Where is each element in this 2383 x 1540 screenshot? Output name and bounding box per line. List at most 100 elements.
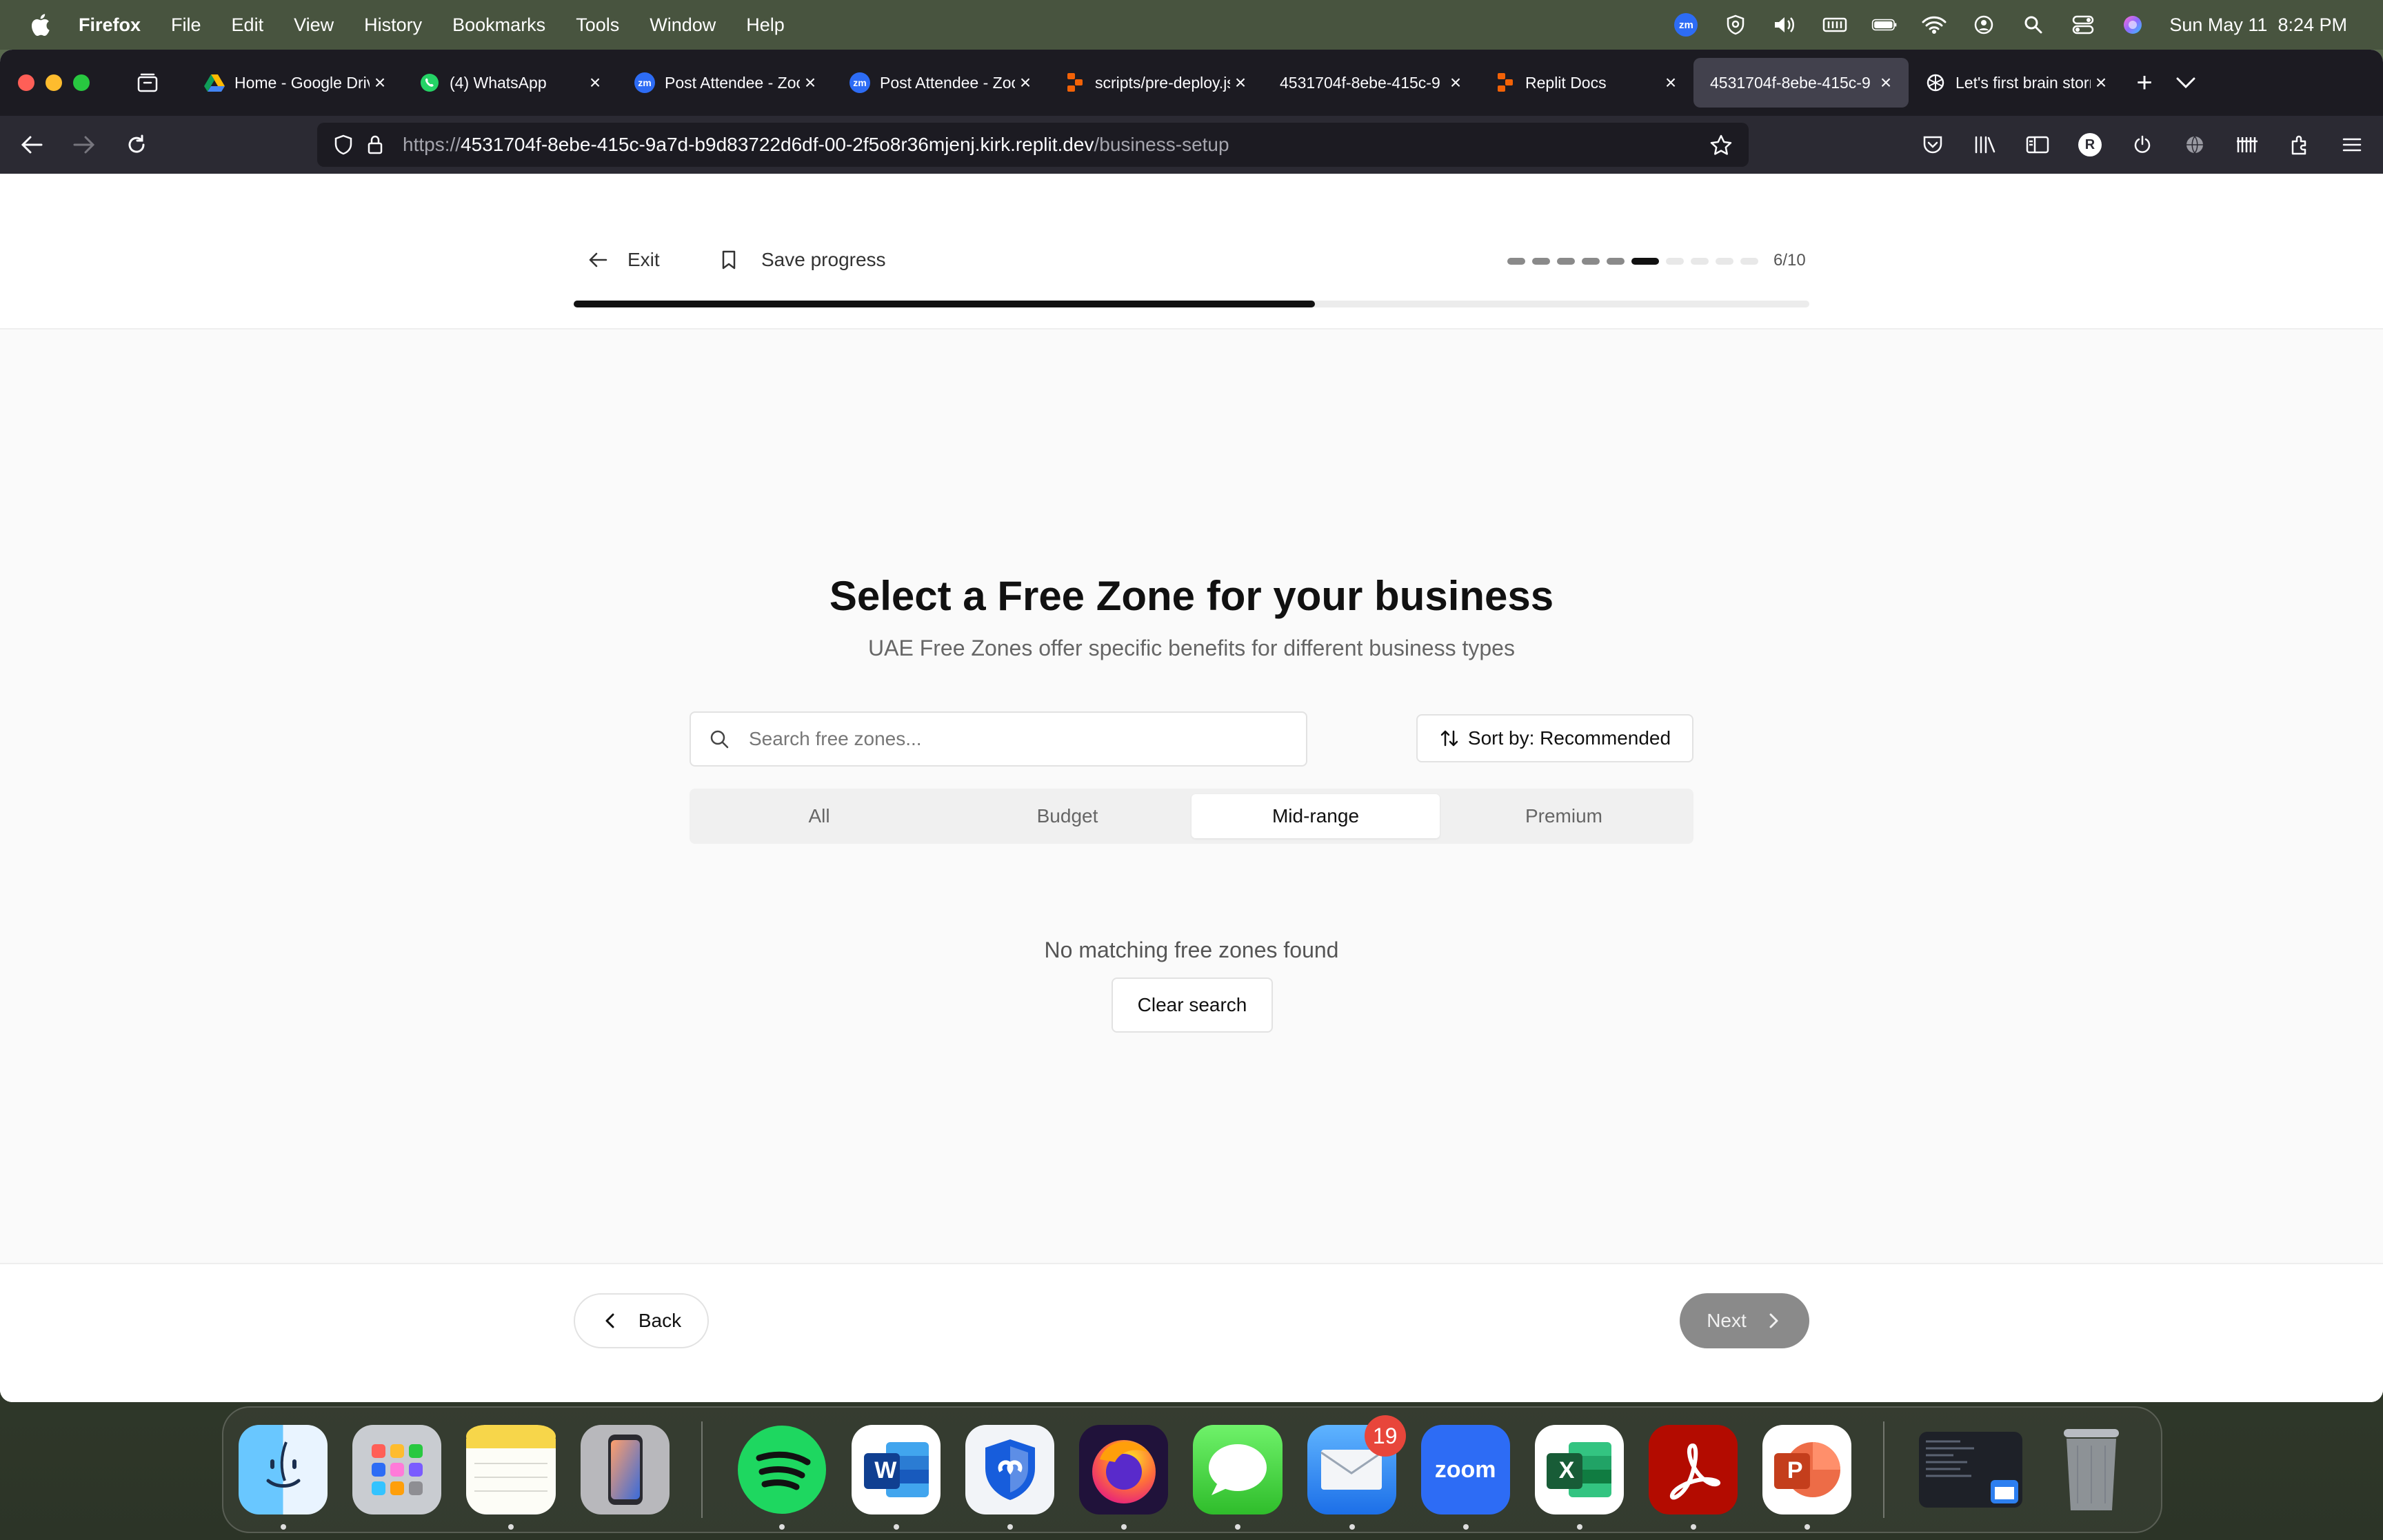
- hamburger-menu-icon[interactable]: [2335, 124, 2369, 165]
- close-window-button[interactable]: [18, 74, 34, 91]
- browser-tab[interactable]: Replit Docs ×: [1478, 58, 1693, 108]
- close-tab-icon[interactable]: ×: [370, 72, 390, 93]
- close-tab-icon[interactable]: ×: [1015, 72, 1036, 93]
- new-tab-icon[interactable]: +: [2124, 62, 2165, 103]
- dock-separator: [701, 1421, 703, 1518]
- step-dot: [1691, 258, 1709, 265]
- url-text[interactable]: https://4531704f-8ebe-415c-9a7d-b9d83722…: [403, 134, 1229, 156]
- excel-icon[interactable]: X: [1534, 1425, 1624, 1530]
- browser-tab[interactable]: Home - Google Drive ×: [188, 58, 403, 108]
- bars-extension-icon[interactable]: [2230, 124, 2264, 165]
- menu-file[interactable]: File: [171, 14, 201, 36]
- power-extension-icon[interactable]: [2125, 124, 2160, 165]
- memory-icon[interactable]: [1822, 14, 1848, 35]
- notes-icon[interactable]: [466, 1425, 556, 1530]
- siri-icon[interactable]: [2120, 14, 2146, 35]
- price-filter-tabs: All Budget Mid-range Premium: [690, 789, 1693, 844]
- bitwarden-icon[interactable]: [965, 1425, 1055, 1530]
- browser-tab[interactable]: Let's first brain storm ×: [1909, 58, 2124, 108]
- menu-tools[interactable]: Tools: [576, 14, 619, 36]
- close-tab-icon[interactable]: ×: [1230, 72, 1251, 93]
- menu-edit[interactable]: Edit: [232, 14, 264, 36]
- globe-extension-icon[interactable]: [2178, 124, 2212, 165]
- menu-help[interactable]: Help: [746, 14, 785, 36]
- minimize-window-button[interactable]: [46, 74, 62, 91]
- close-tab-icon[interactable]: ×: [2091, 72, 2111, 93]
- browser-tab[interactable]: (4) WhatsApp ×: [403, 58, 618, 108]
- arrow-left-icon: [586, 248, 610, 272]
- save-progress-button[interactable]: Save progress: [717, 248, 886, 272]
- mail-icon[interactable]: 19: [1307, 1415, 1406, 1530]
- trash-icon[interactable]: [2047, 1425, 2136, 1514]
- browser-tab[interactable]: zm Post Attendee - Zoom ×: [833, 58, 1048, 108]
- filter-tab-budget[interactable]: Budget: [943, 794, 1192, 838]
- wizard-header: Exit Save progress 6/10: [0, 174, 2383, 330]
- zoom-app-icon[interactable]: zoom: [1420, 1425, 1510, 1530]
- pocket-icon[interactable]: [1916, 124, 1950, 165]
- spotlight-search-icon[interactable]: [2020, 14, 2047, 35]
- browser-tab[interactable]: scripts/pre-deploy.js ×: [1048, 58, 1263, 108]
- vpn-shield-icon[interactable]: [1722, 14, 1749, 35]
- sidebar-icon[interactable]: [2020, 124, 2055, 165]
- close-tab-icon[interactable]: ×: [1876, 72, 1896, 93]
- browser-tab[interactable]: zm Post Attendee - Zoom ×: [618, 58, 833, 108]
- minimized-window-thumbnail[interactable]: [1918, 1432, 2022, 1508]
- next-label: Next: [1707, 1310, 1747, 1331]
- profile-initial: R: [2078, 133, 2102, 156]
- exit-button[interactable]: Exit: [586, 248, 660, 272]
- back-arrow-icon[interactable]: [11, 124, 52, 165]
- zoom-window-button[interactable]: [73, 74, 90, 91]
- filter-tab-all[interactable]: All: [695, 794, 943, 838]
- menu-window[interactable]: Window: [650, 14, 716, 36]
- clear-search-button[interactable]: Clear search: [1112, 977, 1273, 1033]
- progress-bar-fill: [574, 301, 1316, 307]
- browser-tab[interactable]: 4531704f-8ebe-415c-9 ×: [1263, 58, 1478, 108]
- acrobat-icon[interactable]: [1648, 1425, 1738, 1530]
- control-center-icon[interactable]: [2070, 14, 2096, 35]
- spotify-icon[interactable]: [737, 1425, 827, 1530]
- firefox-window: Home - Google Drive × (4) WhatsApp × zm …: [0, 50, 2383, 1402]
- lock-icon[interactable]: [361, 131, 389, 159]
- list-all-tabs-icon[interactable]: [2165, 62, 2206, 103]
- address-bar[interactable]: https://4531704f-8ebe-415c-9a7d-b9d83722…: [317, 123, 1749, 167]
- firefox-view-icon[interactable]: [131, 66, 164, 99]
- word-icon[interactable]: W: [852, 1425, 941, 1530]
- search-input[interactable]: [749, 728, 1273, 750]
- firefox-icon[interactable]: [1079, 1425, 1169, 1530]
- close-tab-icon[interactable]: ×: [585, 72, 605, 93]
- powerpoint-icon[interactable]: P: [1762, 1425, 1851, 1530]
- back-button[interactable]: Back: [574, 1293, 709, 1348]
- menu-history[interactable]: History: [364, 14, 422, 36]
- bookmark-star-icon[interactable]: [1707, 131, 1735, 159]
- profile-extension-icon[interactable]: R: [2073, 124, 2107, 165]
- reload-icon[interactable]: [116, 124, 157, 165]
- apple-menu-icon[interactable]: [26, 11, 54, 39]
- iphone-mirroring-icon[interactable]: [581, 1425, 670, 1514]
- page-title: Select a Free Zone for your business: [829, 573, 1554, 619]
- volume-icon[interactable]: [1772, 14, 1798, 35]
- close-tab-icon[interactable]: ×: [800, 72, 821, 93]
- browser-tab-active[interactable]: 4531704f-8ebe-415c-9 ×: [1693, 58, 1909, 108]
- menu-app-name[interactable]: Firefox: [79, 14, 141, 36]
- close-tab-icon[interactable]: ×: [1445, 72, 1466, 93]
- battery-icon[interactable]: [1871, 14, 1898, 35]
- menubar-clock[interactable]: Sun May 11 8:24 PM: [2169, 14, 2347, 36]
- messages-icon[interactable]: [1193, 1425, 1283, 1530]
- finder-icon[interactable]: [239, 1425, 328, 1530]
- filter-tab-mid-range[interactable]: Mid-range: [1192, 794, 1440, 838]
- sort-dropdown-button[interactable]: Sort by: Recommended: [1416, 714, 1693, 762]
- user-account-icon[interactable]: [1971, 14, 1997, 35]
- forward-arrow-icon[interactable]: [63, 124, 105, 165]
- tracking-protection-shield-icon[interactable]: [330, 131, 357, 159]
- wifi-icon[interactable]: [1921, 14, 1947, 35]
- extensions-puzzle-icon[interactable]: [2282, 124, 2317, 165]
- next-button[interactable]: Next: [1680, 1293, 1809, 1348]
- close-tab-icon[interactable]: ×: [1660, 72, 1681, 93]
- filter-tab-premium[interactable]: Premium: [1440, 794, 1688, 838]
- launchpad-icon[interactable]: [352, 1425, 442, 1514]
- library-icon[interactable]: [1968, 124, 2002, 165]
- step-dot: [1532, 258, 1550, 265]
- menu-view[interactable]: View: [294, 14, 334, 36]
- menu-bookmarks[interactable]: Bookmarks: [452, 14, 545, 36]
- zoom-status-icon[interactable]: zm: [1673, 13, 1699, 37]
